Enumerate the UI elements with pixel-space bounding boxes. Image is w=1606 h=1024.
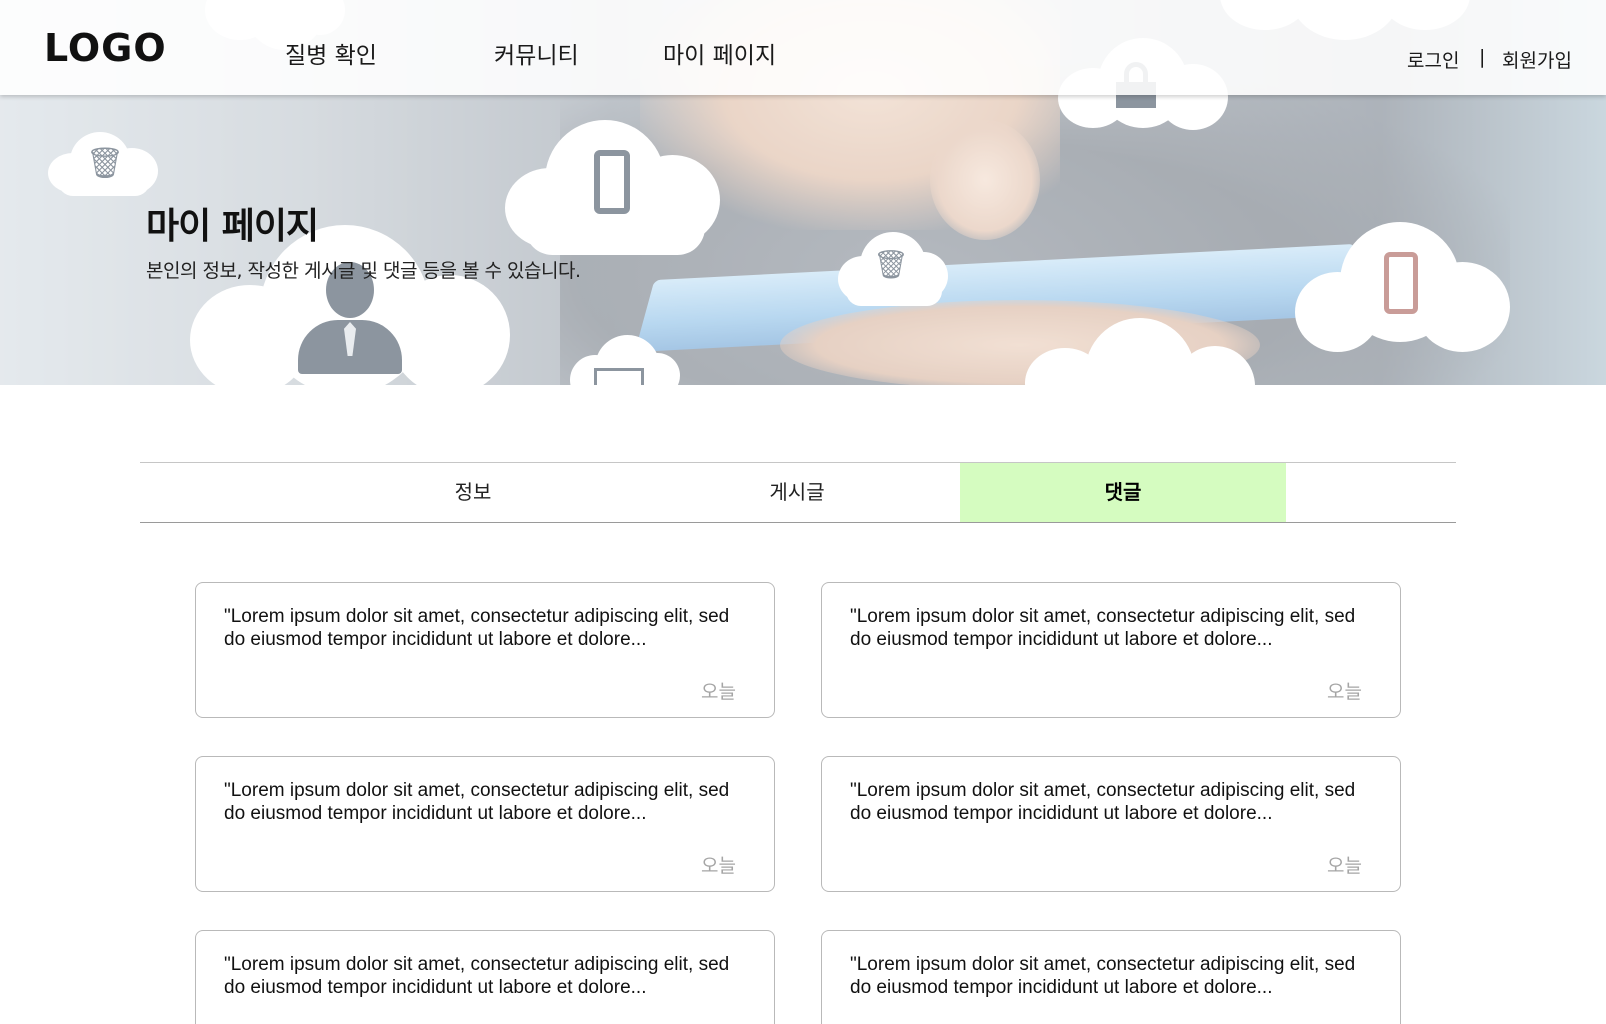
nav-community[interactable]: 커뮤니티 <box>494 36 579 70</box>
comment-text: "Lorem ipsum dolor sit amet, consectetur… <box>224 780 730 824</box>
trash-icon: 🗑 <box>86 146 125 181</box>
comment-date: 오늘 <box>701 855 736 877</box>
comment-card[interactable]: "Lorem ipsum dolor sit amet, consectetur… <box>821 756 1401 892</box>
comment-text: "Lorem ipsum dolor sit amet, consectetur… <box>224 606 730 650</box>
comment-card[interactable]: "Lorem ipsum dolor sit amet, consectetur… <box>195 582 775 718</box>
tab-comments[interactable]: 댓글 <box>960 463 1286 522</box>
comment-text: "Lorem ipsum dolor sit amet, consectetur… <box>224 954 730 998</box>
nav-my-page[interactable]: 마이 페이지 <box>663 36 776 70</box>
comment-date: 오늘 <box>701 681 736 703</box>
comment-text: "Lorem ipsum dolor sit amet, consectetur… <box>850 954 1356 998</box>
site-logo[interactable]: LOGO <box>44 26 167 70</box>
nav-disease-check[interactable]: 질병 확인 <box>285 36 377 70</box>
phone-icon <box>1384 252 1418 314</box>
login-link[interactable]: 로그인 <box>1407 46 1459 73</box>
comment-card[interactable]: "Lorem ipsum dolor sit amet, consectetur… <box>195 756 775 892</box>
mypage-tabs: 정보 게시글 댓글 <box>140 462 1456 523</box>
comment-text: "Lorem ipsum dolor sit amet, consectetur… <box>850 606 1356 650</box>
page-title: 마이 페이지 <box>146 206 319 247</box>
comment-text: "Lorem ipsum dolor sit amet, consectetur… <box>850 780 1356 824</box>
auth-separator: | <box>1479 46 1486 68</box>
comment-date: 오늘 <box>1327 681 1362 703</box>
signup-link[interactable]: 회원가입 <box>1502 46 1572 73</box>
top-navigation-bar: LOGO 질병 확인 커뮤니티 마이 페이지 로그인 | 회원가입 <box>0 0 1606 95</box>
comment-card[interactable]: "Lorem ipsum dolor sit amet, consectetur… <box>821 582 1401 718</box>
comment-card[interactable]: "Lorem ipsum dolor sit amet, consectetur… <box>195 930 775 1024</box>
tab-info[interactable]: 정보 <box>310 463 636 522</box>
cloud-bottom-right <box>1025 318 1255 385</box>
comment-date: 오늘 <box>1327 855 1362 877</box>
trash-icon: 🗑 <box>873 248 909 281</box>
comment-card[interactable]: "Lorem ipsum dolor sit amet, consectetur… <box>821 930 1401 1024</box>
computer-icon <box>594 368 644 385</box>
page-subtitle: 본인의 정보, 작성한 게시글 및 댓글 등을 볼 수 있습니다. <box>146 260 581 282</box>
phone-icon <box>594 150 630 214</box>
tab-posts[interactable]: 게시글 <box>634 463 960 522</box>
